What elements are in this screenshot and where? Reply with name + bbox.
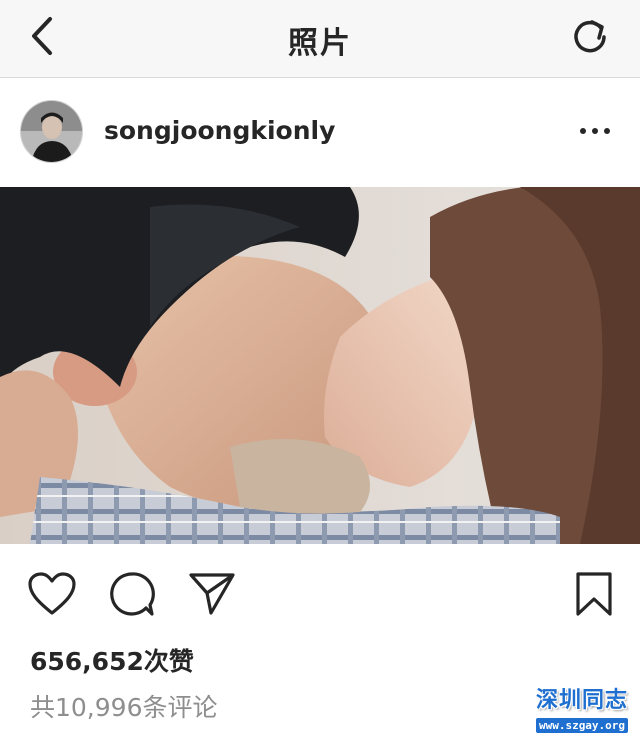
bookmark-icon [576,572,612,616]
like-button[interactable] [26,568,78,620]
page-title: 照片 [288,26,352,61]
heart-icon [28,572,76,615]
post-username[interactable]: songjoongkionly [104,116,335,145]
send-icon [189,573,235,615]
likes-count[interactable]: 656,652次赞 [30,642,194,678]
watermark: 深圳同志 www.szgay.org [530,682,634,733]
top-navigation-bar: 照片 [0,0,640,78]
share-button[interactable] [186,568,238,620]
watermark-url: www.szgay.org [535,718,629,733]
comment-bubble-icon [110,572,155,616]
more-horizontal-icon [580,128,586,134]
view-comments-link[interactable]: 共10,996条评论 [30,688,217,724]
comment-button[interactable] [106,568,158,620]
post-photo[interactable] [0,187,640,544]
save-button[interactable] [568,568,620,620]
refresh-icon [574,20,606,53]
post-photo-image [0,187,640,544]
post-actions-bar [0,544,640,644]
watermark-text: 深圳同志 [535,688,628,713]
avatar[interactable] [20,100,83,163]
more-options-button[interactable] [580,119,610,143]
refresh-button[interactable] [568,13,612,57]
post-header: songjoongkionly [0,79,640,187]
avatar-image [21,101,82,162]
